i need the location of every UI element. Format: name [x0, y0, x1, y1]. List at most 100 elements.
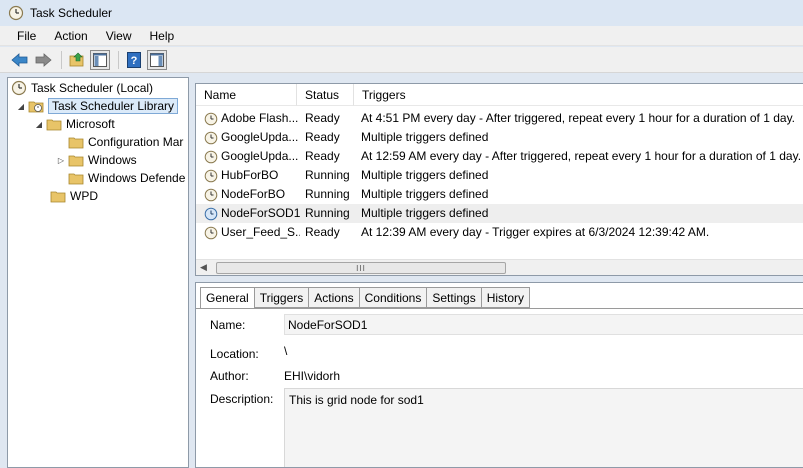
title-bar: Task Scheduler [0, 0, 803, 26]
folder-icon [46, 119, 62, 131]
folder-icon [68, 137, 84, 149]
author-label: Author: [210, 369, 249, 383]
tree-item-library[interactable]: ◢ Task Scheduler Library [16, 97, 179, 115]
task-clock-icon [204, 188, 218, 201]
svg-text:?: ? [131, 55, 138, 67]
forward-button[interactable] [33, 50, 53, 70]
table-row[interactable]: User_Feed_S... Ready At 12:39 AM every d… [196, 223, 803, 242]
task-triggers: Multiple triggers defined [361, 187, 489, 201]
collapsed-arrow-icon[interactable]: ▷ [56, 156, 66, 165]
table-row[interactable]: HubForBO Running Multiple triggers defin… [196, 166, 803, 185]
task-clock-icon [204, 131, 218, 144]
tab-divider [196, 308, 803, 309]
description-label: Description: [210, 392, 274, 406]
task-triggers: At 12:59 AM every day - After triggered,… [361, 149, 802, 163]
task-clock-icon [204, 150, 218, 163]
show-hide-tree-icon [93, 52, 107, 67]
detail-tabs: General Triggers Actions Conditions Sett… [200, 287, 531, 309]
task-status: Ready [305, 149, 340, 163]
tree-item-windows[interactable]: ▷ Windows [56, 151, 137, 169]
task-name: NodeForBO [221, 187, 286, 201]
scrollbar-thumb[interactable]: III [216, 262, 506, 274]
forward-icon [35, 52, 52, 67]
name-value: NodeForSOD1 [288, 317, 368, 332]
menu-view[interactable]: View [97, 29, 141, 43]
location-value: \ [284, 344, 288, 358]
toolbar: ? [0, 47, 803, 73]
column-header-status[interactable]: Status [297, 84, 354, 106]
tree-item-label: Task Scheduler Library [48, 98, 179, 114]
task-triggers: Multiple triggers defined [361, 206, 489, 220]
task-name: NodeForSOD1 [221, 206, 300, 220]
task-name: GoogleUpda... [221, 149, 299, 163]
table-row[interactable]: GoogleUpda... Ready Multiple triggers de… [196, 128, 803, 147]
folder-icon [50, 191, 66, 203]
task-status: Ready [305, 111, 340, 125]
horizontal-scrollbar[interactable]: ◀ III [196, 259, 803, 275]
folder-clock-icon [28, 101, 44, 113]
up-folder-button[interactable] [67, 50, 87, 70]
task-detail-pane: General Triggers Actions Conditions Sett… [195, 282, 803, 468]
menu-file[interactable]: File [8, 29, 45, 43]
tree-item-label: Task Scheduler (Local) [31, 81, 154, 95]
menu-action[interactable]: Action [45, 29, 96, 43]
tab-conditions[interactable]: Conditions [358, 287, 428, 308]
author-value: EHI\vidorh [284, 369, 341, 383]
tree-item-configuration[interactable]: Configuration Mar [68, 133, 183, 151]
tab-triggers[interactable]: Triggers [253, 287, 310, 308]
scroll-left-arrow-icon[interactable]: ◀ [200, 262, 207, 273]
description-field[interactable]: This is grid node for sod1 [284, 388, 803, 467]
menu-help[interactable]: Help [141, 29, 184, 43]
table-row[interactable]: NodeForBO Running Multiple triggers defi… [196, 185, 803, 204]
tree-item-label: Windows Defende [88, 171, 186, 185]
tree-item-microsoft[interactable]: ◢ Microsoft [34, 115, 115, 133]
column-header-triggers[interactable]: Triggers [354, 84, 803, 106]
tree-item-label: WPD [70, 189, 98, 203]
tab-general[interactable]: General [200, 287, 255, 309]
task-list: Name Status Triggers Adobe Flash... Read… [195, 83, 803, 276]
task-name: GoogleUpda... [221, 130, 299, 144]
back-icon [11, 52, 28, 67]
window-title: Task Scheduler [30, 6, 113, 20]
folder-icon [68, 173, 84, 185]
table-row[interactable]: GoogleUpda... Ready At 12:59 AM every da… [196, 147, 803, 166]
task-status: Running [305, 187, 350, 201]
task-name: HubForBO [221, 168, 279, 182]
scroll-grip: III [356, 263, 366, 273]
tab-actions[interactable]: Actions [308, 287, 360, 308]
tree-item-label: Windows [88, 153, 137, 167]
table-row[interactable]: Adobe Flash... Ready At 4:51 PM every da… [196, 109, 803, 128]
table-row-selected[interactable]: NodeForSOD1 Running Multiple triggers de… [196, 204, 803, 223]
help-icon: ? [127, 51, 141, 68]
menu-bar: File Action View Help [0, 26, 803, 46]
task-triggers: At 4:51 PM every day - After triggered, … [361, 111, 796, 125]
location-label: Location: [210, 347, 259, 361]
clock-icon [11, 80, 27, 96]
task-name: User_Feed_S... [221, 225, 300, 239]
up-folder-icon [69, 52, 84, 66]
tree-item-defender[interactable]: Windows Defende [68, 169, 185, 187]
tree-item-label: Configuration Mar [88, 135, 184, 149]
name-label: Name: [210, 318, 246, 332]
column-header-name[interactable]: Name [196, 84, 297, 106]
task-clock-icon [204, 169, 218, 182]
navigation-tree: Task Scheduler (Local) ◢ Task Scheduler … [7, 77, 189, 468]
name-field[interactable]: NodeForSOD1 [284, 314, 803, 335]
tab-history[interactable]: History [480, 287, 531, 308]
tree-item-root[interactable]: Task Scheduler (Local) [11, 79, 153, 97]
show-hide-tree-button[interactable] [90, 49, 110, 70]
expanded-arrow-icon[interactable]: ◢ [16, 102, 26, 111]
tree-item-wpd[interactable]: WPD [50, 187, 98, 205]
clock-icon [8, 5, 24, 21]
task-running-clock-icon [204, 207, 218, 220]
task-status: Ready [305, 225, 340, 239]
show-hide-action-pane-button[interactable] [147, 49, 167, 70]
tab-settings[interactable]: Settings [426, 287, 482, 308]
task-clock-icon [204, 226, 218, 239]
task-status: Running [305, 206, 350, 220]
task-triggers: Multiple triggers defined [361, 130, 489, 144]
help-button[interactable]: ? [124, 50, 144, 70]
back-button[interactable] [10, 50, 30, 70]
toolbar-separator [118, 50, 119, 69]
expanded-arrow-icon[interactable]: ◢ [34, 120, 44, 129]
